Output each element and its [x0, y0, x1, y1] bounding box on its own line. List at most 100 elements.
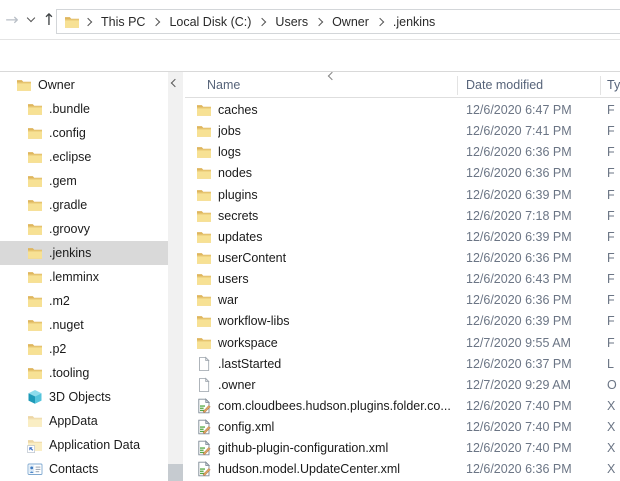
breadcrumb-item-local-disk-c-[interactable]: Local Disk (C:) [166, 14, 254, 30]
file-explorer-window: → ↑ This PC Local Disk (C:) Users Owner .jen… [0, 0, 620, 481]
sidebar-item-label: .bundle [49, 102, 91, 116]
folder-icon [196, 250, 212, 266]
breadcrumb-separator-icon[interactable] [375, 17, 385, 26]
file-row-plugins[interactable]: plugins 12/6/2020 6:39 PM F [185, 185, 620, 206]
file-type: F [607, 187, 615, 202]
scrollbar-thumb[interactable] [168, 464, 183, 481]
folder-icon [27, 197, 43, 213]
sidebar-item-label: .p2 [49, 342, 67, 356]
breadcrumb: This PC Local Disk (C:) Users Owner .jenkins [80, 14, 438, 30]
file-row-war[interactable]: war 12/6/2020 6:36 PM F [185, 290, 620, 311]
file-row-workspace[interactable]: workspace 12/7/2020 9:55 AM F [185, 333, 620, 354]
file-row-users[interactable]: users 12/6/2020 6:43 PM F [185, 269, 620, 290]
file-row-config-xml[interactable]: config.xml 12/6/2020 7:40 PM X [185, 417, 620, 438]
column-header-row: Name Date modified Ty [185, 72, 620, 98]
sidebar-item-appdata[interactable]: AppData [0, 409, 168, 433]
sidebar-item--bundle[interactable]: .bundle [0, 97, 168, 121]
sidebar-item-application-data[interactable]: Application Data [0, 433, 168, 457]
column-divider[interactable] [600, 76, 601, 95]
file-row-jobs[interactable]: jobs 12/6/2020 7:41 PM F [185, 121, 620, 142]
file-date-modified: 12/6/2020 6:36 PM [466, 293, 572, 308]
file-date-modified: 12/6/2020 6:39 PM [466, 187, 572, 202]
sidebar-item-label: Application Data [49, 438, 141, 452]
file-row-workflow-libs[interactable]: workflow-libs 12/6/2020 6:39 PM F [185, 311, 620, 332]
file-row-com-cloudbees-hudson-plugins-folder-co-[interactable]: com.cloudbees.hudson.plugins.folder.co..… [185, 396, 620, 417]
file-name: workspace [218, 335, 278, 350]
file-date-modified: 12/6/2020 6:43 PM [466, 272, 572, 287]
sidebar-item--jenkins[interactable]: .jenkins [0, 241, 168, 265]
column-header-name[interactable]: Name [207, 78, 240, 92]
file-row-secrets[interactable]: secrets 12/6/2020 7:18 PM F [185, 206, 620, 227]
sidebar-item-label: .gradle [49, 198, 88, 212]
sidebar-item-label: Owner [38, 78, 75, 92]
sidebar-item--m2[interactable]: .m2 [0, 289, 168, 313]
file-row-usercontent[interactable]: userContent 12/6/2020 6:36 PM F [185, 248, 620, 269]
breadcrumb-separator-icon[interactable] [258, 17, 267, 26]
sidebar-item--gradle[interactable]: .gradle [0, 193, 168, 217]
file-row-caches[interactable]: caches 12/6/2020 6:47 PM F [185, 100, 620, 121]
breadcrumb-item-users[interactable]: Users [272, 14, 311, 30]
file-date-modified: 12/7/2020 9:29 AM [466, 377, 571, 392]
breadcrumb-item-this-pc[interactable]: This PC [98, 14, 148, 30]
contacts-icon [27, 461, 43, 477]
sidebar-item--config[interactable]: .config [0, 121, 168, 145]
breadcrumb-separator-icon[interactable] [83, 17, 93, 26]
file-row-github-plugin-configuration-xml[interactable]: github-plugin-configuration.xml 12/6/202… [185, 438, 620, 459]
file-type: X [607, 462, 616, 477]
sidebar-item--p2[interactable]: .p2 [0, 337, 168, 361]
file-type: F [607, 166, 615, 181]
sidebar-item-owner[interactable]: Owner [0, 73, 168, 97]
file-row--laststarted[interactable]: .lastStarted 12/6/2020 6:37 PM L [185, 354, 620, 375]
folder-shortcut-icon [27, 437, 43, 453]
folder-icon [27, 365, 43, 381]
breadcrumb-separator-icon[interactable] [152, 17, 161, 26]
breadcrumb-separator-icon[interactable] [314, 17, 324, 26]
sidebar-item--groovy[interactable]: .groovy [0, 217, 168, 241]
column-header-type[interactable]: Ty [607, 78, 620, 92]
file-date-modified: 12/7/2020 9:55 AM [466, 335, 571, 350]
file-name: nodes [218, 166, 253, 181]
sidebar-item--gem[interactable]: .gem [0, 169, 168, 193]
file-row-updates[interactable]: updates 12/6/2020 6:39 PM F [185, 227, 620, 248]
sidebar-item--eclipse[interactable]: .eclipse [0, 145, 168, 169]
file-name: users [218, 272, 249, 287]
file-date-modified: 12/6/2020 6:36 PM [466, 250, 572, 265]
file-type: X [607, 420, 616, 435]
sidebar-item-label: .gem [49, 174, 77, 188]
file-row-nodes[interactable]: nodes 12/6/2020 6:36 PM F [185, 163, 620, 184]
file-row-hudson-model-updatecenter-xml[interactable]: hudson.model.UpdateCenter.xml 12/6/2020 … [185, 459, 620, 480]
folder-icon [196, 229, 212, 245]
file-name: jobs [218, 124, 241, 139]
folder-icon [27, 341, 43, 357]
address-bar[interactable]: This PC Local Disk (C:) Users Owner .jenkins [56, 9, 620, 34]
file-row-logs[interactable]: logs 12/6/2020 6:36 PM F [185, 142, 620, 163]
sidebar-item--tooling[interactable]: .tooling [0, 361, 168, 385]
file-name: caches [218, 103, 258, 117]
file-type: X [607, 398, 616, 413]
file-name: updates [218, 229, 263, 244]
column-header-date-modified[interactable]: Date modified [466, 78, 543, 92]
folder-icon [196, 123, 212, 139]
sidebar-item-contacts[interactable]: Contacts [0, 457, 168, 481]
file-row--owner[interactable]: .owner 12/7/2020 9:29 AM O [185, 375, 620, 396]
sidebar-item-3d-objects[interactable]: 3D Objects [0, 385, 168, 409]
column-divider[interactable] [457, 76, 458, 95]
history-dropdown-button[interactable] [24, 0, 38, 39]
folder-icon [64, 14, 80, 30]
file-date-modified: 12/6/2020 6:39 PM [466, 229, 572, 244]
sidebar-item--lemminx[interactable]: .lemminx [0, 265, 168, 289]
sidebar-item-label: AppData [49, 414, 98, 428]
file-icon [196, 377, 212, 393]
sidebar-item-label: .groovy [49, 222, 90, 236]
folder-icon [27, 293, 43, 309]
breadcrumb-item--jenkins[interactable]: .jenkins [390, 14, 438, 30]
breadcrumb-item-owner[interactable]: Owner [329, 14, 372, 30]
file-type: O [607, 377, 617, 392]
file-name: .owner [218, 377, 256, 392]
folder-icon [196, 102, 212, 118]
navigation-toolbar: → ↑ This PC Local Disk (C:) Users Owner .jen… [0, 0, 620, 40]
sidebar-scrollbar[interactable] [168, 72, 183, 481]
folder-icon [196, 165, 212, 181]
sidebar-item--nuget[interactable]: .nuget [0, 313, 168, 337]
forward-button[interactable]: → [0, 0, 24, 39]
